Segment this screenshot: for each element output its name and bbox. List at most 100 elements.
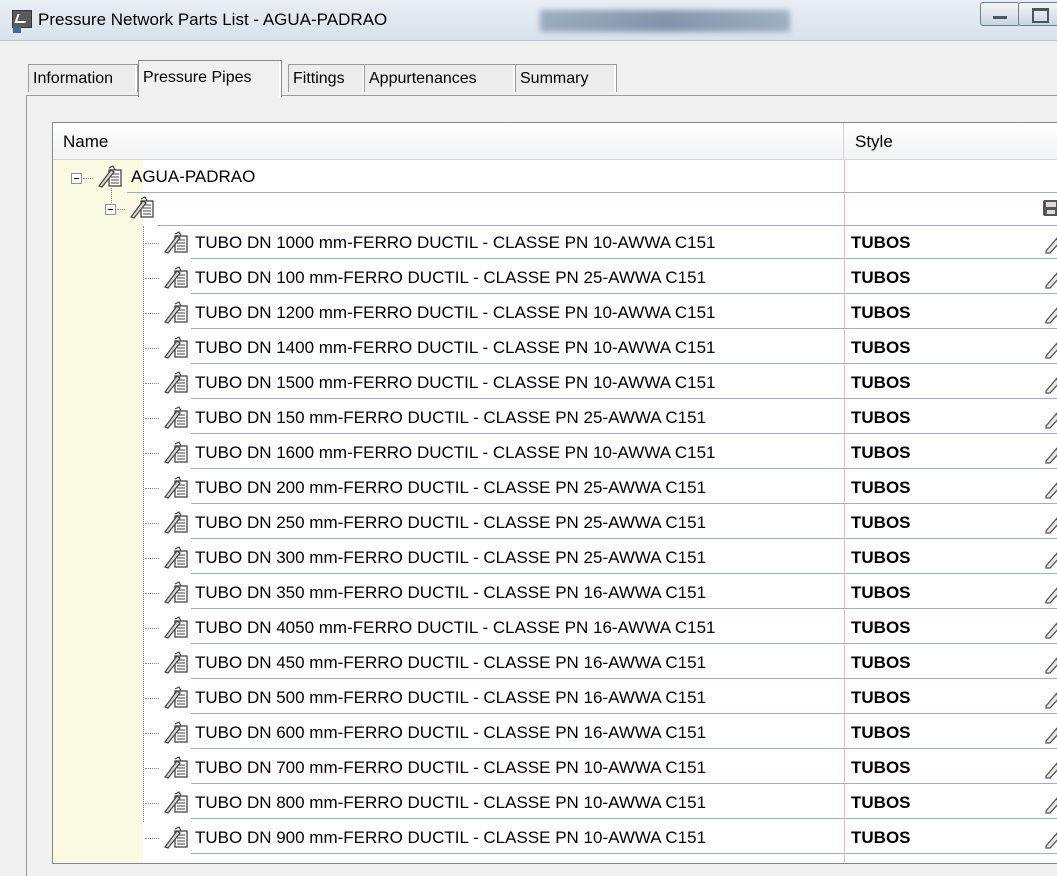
pipe-name: TUBO DN 1600 mm-FERRO DUCTIL - CLASSE PN… [195,443,716,462]
pipe-style[interactable]: TUBOS [851,331,911,364]
pipe-style[interactable]: TUBOS [851,576,911,609]
tree-branch [145,838,159,840]
pipe-style[interactable]: TUBOS [851,821,911,854]
pipe-style[interactable]: TUBOS [851,261,911,294]
table-row[interactable]: TUBO DN 4050 mm-FERRO DUCTIL - CLASSE PN… [53,611,1057,644]
pencil-edit-icon[interactable] [1043,687,1057,709]
row-divider [191,678,1057,679]
tree-branch [145,733,159,735]
table-row[interactable]: TUBO DN 300 mm-FERRO DUCTIL - CLASSE PN … [53,541,1057,574]
parts-grid[interactable]: Name Style AGUA-PADRAO TUBO DN 1000 mm-F… [52,122,1057,864]
row-divider [191,398,1057,399]
table-row[interactable]: TUBO DN 800 mm-FERRO DUCTIL - CLASSE PN … [53,786,1057,819]
tab-fittings[interactable]: Fittings [288,64,366,92]
pencil-edit-icon[interactable] [1043,512,1057,534]
tree-branch [145,453,159,455]
tree-row-root[interactable]: AGUA-PADRAO [53,160,1057,193]
row-divider [191,713,1057,714]
pencil-edit-icon[interactable] [1043,547,1057,569]
table-row[interactable]: TUBO DN 500 mm-FERRO DUCTIL - CLASSE PN … [53,681,1057,714]
table-row[interactable]: TUBO DN 150 mm-FERRO DUCTIL - CLASSE PN … [53,401,1057,434]
pipe-style[interactable]: TUBOS [851,716,911,749]
pipe-catalog-icon [164,686,188,709]
pipe-catalog-icon [164,406,188,429]
blurred-background-window [540,10,790,32]
pipe-catalog-icon [164,651,188,674]
pipe-style[interactable]: TUBOS [851,681,911,714]
pipe-style[interactable]: TUBOS [851,436,911,469]
tab-pressure-pipes[interactable]: Pressure Pipes [138,60,282,97]
tree-branch [145,628,159,630]
pipe-catalog-icon [164,371,188,394]
pencil-edit-icon[interactable] [1043,407,1057,429]
pipe-style[interactable]: TUBOS [851,786,911,819]
pencil-edit-icon[interactable] [1043,827,1057,849]
table-row[interactable]: TUBO DN 450 mm-FERRO DUCTIL - CLASSE PN … [53,646,1057,679]
pipe-name: TUBO DN 500 mm-FERRO DUCTIL - CLASSE PN … [195,688,707,707]
tab-information[interactable]: Information [28,64,138,92]
tree-branch [145,593,159,595]
pencil-edit-icon[interactable] [1043,267,1057,289]
table-row[interactable]: TUBO DN 200 mm-FERRO DUCTIL - CLASSE PN … [53,471,1057,504]
collapse-toggle-icon[interactable] [71,173,82,184]
pencil-edit-icon[interactable] [1043,757,1057,779]
pipe-name: TUBO DN 1500 mm-FERRO DUCTIL - CLASSE PN… [195,373,716,392]
pipe-name: TUBO DN 600 mm-FERRO DUCTIL - CLASSE PN … [195,723,707,742]
pencil-edit-icon[interactable] [1043,302,1057,324]
pipe-catalog-icon [130,196,154,219]
table-row[interactable]: TUBO DN 700 mm-FERRO DUCTIL - CLASSE PN … [53,751,1057,784]
pencil-edit-icon[interactable] [1043,232,1057,254]
row-divider [191,328,1057,329]
row-divider [191,503,1057,504]
floppy-disk-icon[interactable] [1043,200,1057,216]
pencil-edit-icon[interactable] [1043,477,1057,499]
pipe-style[interactable]: TUBOS [851,506,911,539]
table-row[interactable]: TUBO DN 100 mm-FERRO DUCTIL - CLASSE PN … [53,261,1057,294]
table-row[interactable]: TUBO DN 350 mm-FERRO DUCTIL - CLASSE PN … [53,576,1057,609]
collapse-toggle-icon[interactable] [105,204,116,215]
pencil-edit-icon[interactable] [1043,617,1057,639]
pencil-edit-icon[interactable] [1043,337,1057,359]
row-divider [191,748,1057,749]
pencil-edit-icon[interactable] [1043,582,1057,604]
maximize-button[interactable] [1018,2,1057,26]
minimize-button[interactable] [980,2,1020,26]
row-divider [191,818,1057,819]
table-row[interactable]: TUBO DN 900 mm-FERRO DUCTIL - CLASSE PN … [53,821,1057,854]
pipe-style[interactable]: TUBOS [851,541,911,574]
tree-branch [145,523,159,525]
table-row[interactable]: TUBO DN 1000 mm-FERRO DUCTIL - CLASSE PN… [53,226,1057,259]
table-row[interactable]: TUBO DN 1400 mm-FERRO DUCTIL - CLASSE PN… [53,331,1057,364]
pencil-edit-icon[interactable] [1043,372,1057,394]
table-row[interactable]: TUBO DN 250 mm-FERRO DUCTIL - CLASSE PN … [53,506,1057,539]
pipe-style[interactable]: TUBOS [851,611,911,644]
table-row[interactable]: TUBO DN 1600 mm-FERRO DUCTIL - CLASSE PN… [53,436,1057,469]
pencil-edit-icon[interactable] [1043,652,1057,674]
table-row[interactable]: TUBO DN 1500 mm-FERRO DUCTIL - CLASSE PN… [53,366,1057,399]
pipe-style[interactable]: TUBOS [851,296,911,329]
tree-branch [145,558,159,560]
pipe-style[interactable]: TUBOS [851,366,911,399]
tab-summary[interactable]: Summary [515,64,617,92]
pencil-edit-icon[interactable] [1043,722,1057,744]
window-title: Pressure Network Parts List - AGUA-PADRA… [38,10,388,29]
row-divider [191,363,1057,364]
pipe-style[interactable]: TUBOS [851,646,911,679]
column-header-style[interactable]: Style [845,123,1055,159]
app-icon[interactable] [12,10,32,33]
table-row[interactable]: TUBO DN 600 mm-FERRO DUCTIL - CLASSE PN … [53,716,1057,749]
pipe-style[interactable]: TUBOS [851,226,911,259]
tree-row-group[interactable] [53,185,1057,226]
column-header-name[interactable]: Name [53,123,844,159]
pipe-style[interactable]: TUBOS [851,751,911,784]
table-row[interactable]: TUBO DN 1200 mm-FERRO DUCTIL - CLASSE PN… [53,296,1057,329]
tab-appurtenances[interactable]: Appurtenances [364,64,516,92]
pipe-catalog-icon [164,441,188,464]
pencil-edit-icon[interactable] [1043,442,1057,464]
pipe-style[interactable]: TUBOS [851,401,911,434]
pipe-catalog-icon [98,165,122,188]
pipe-style[interactable]: TUBOS [851,471,911,504]
pipe-catalog-icon [164,581,188,604]
tree-branch [145,313,159,315]
pencil-edit-icon[interactable] [1043,792,1057,814]
